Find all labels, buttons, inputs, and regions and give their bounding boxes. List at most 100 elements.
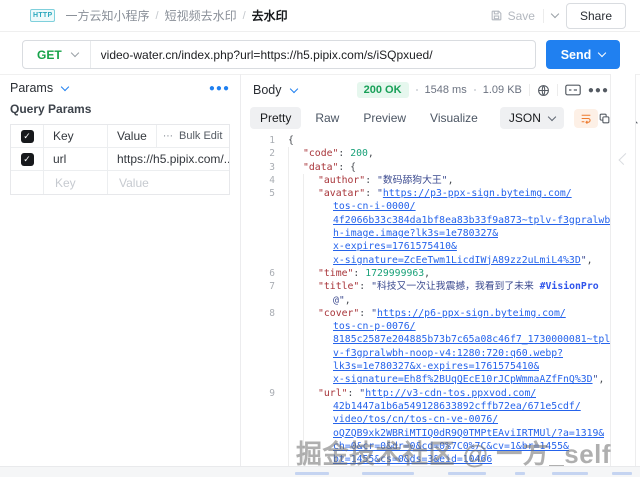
method-select[interactable]: GET bbox=[23, 48, 90, 62]
line-number: 3 bbox=[269, 161, 275, 173]
select-all-checkbox[interactable]: ✓ bbox=[20, 129, 34, 143]
bulk-edit-dots-icon: ⋯ bbox=[163, 130, 174, 142]
code-line: 2 "code": 200, bbox=[241, 147, 610, 160]
column-header-key: Key bbox=[44, 125, 108, 147]
query-params-table: ✓ Key Value ⋯ Bulk Edit ✓ url https://h5… bbox=[10, 124, 230, 195]
code-line: x-signature=Eh8f%2BUqQEcE10rJCpWmmaAZfFn… bbox=[241, 373, 610, 386]
new-param-key-input[interactable] bbox=[53, 174, 107, 191]
response-body-label: Body bbox=[253, 83, 282, 97]
save-label: Save bbox=[507, 8, 535, 23]
code-line: 4f2066b33c384da1bf8ea83b33f9a873~tplv-f3… bbox=[241, 214, 610, 227]
cutoff-text-fragment bbox=[612, 472, 632, 475]
code-line: 4 "author": "数码舔狗大王", bbox=[241, 174, 610, 187]
code-line: tos-cn-i-0000/ bbox=[241, 200, 610, 213]
json-response-viewer[interactable]: 1{2 "code": 200, 3 "data": {4 "author": "数码舔… bbox=[241, 134, 610, 466]
code-line: x-expires=1761575410& bbox=[241, 240, 610, 253]
send-options-chevron-icon bbox=[598, 48, 607, 58]
method-chevron-icon bbox=[70, 48, 79, 58]
save-options-chevron-icon[interactable] bbox=[550, 9, 560, 19]
code-line: video/tos/cn/tos-cn-ve-0076/ bbox=[241, 413, 610, 426]
divider bbox=[542, 8, 544, 23]
line-number bbox=[241, 333, 284, 346]
cutoff-text-fragment bbox=[552, 472, 588, 475]
save-icon bbox=[490, 9, 503, 22]
bulk-edit-button[interactable]: ⋯ Bulk Edit bbox=[156, 125, 229, 147]
watermark-text: 掘金技术社区 @ 一方_self bbox=[296, 439, 612, 469]
http-request-icon: HTTP bbox=[30, 9, 56, 22]
breadcrumb-current: 去水印 bbox=[251, 9, 288, 23]
line-number bbox=[241, 360, 284, 373]
line-number bbox=[241, 254, 284, 267]
copy-icon[interactable] bbox=[598, 112, 611, 125]
code-line: 8185c2587e204885b73b7c65a08c46f7_1730000… bbox=[241, 333, 610, 346]
tab-visualize[interactable]: Visualize bbox=[420, 107, 488, 129]
code-line: h-image.image?lk3s=1e780327& bbox=[241, 227, 610, 240]
code-line: 9 "url": "http://v3-cdn-tos.ppxvod.com/ bbox=[241, 387, 610, 400]
format-select[interactable]: JSON bbox=[499, 107, 564, 129]
line-number bbox=[241, 427, 284, 440]
header-checkbox-cell: ✓ bbox=[11, 125, 44, 147]
tab-preview[interactable]: Preview bbox=[353, 107, 416, 129]
param-key-cell[interactable]: url bbox=[44, 148, 108, 170]
code-line: 3 "data": { bbox=[241, 161, 610, 174]
column-header-value: Value bbox=[117, 129, 147, 143]
share-button[interactable]: Share bbox=[565, 2, 626, 29]
breadcrumb-separator: / bbox=[155, 9, 159, 22]
cutoff-text-fragment bbox=[515, 472, 525, 475]
line-number: 8 bbox=[269, 307, 275, 319]
tab-pretty[interactable]: Pretty bbox=[250, 107, 302, 129]
collapsed-side-panel[interactable] bbox=[610, 74, 636, 466]
new-param-value-input[interactable] bbox=[117, 174, 229, 191]
app-window: HTTP 一方云知小程序 / 短视频去水印 / 去水印 Save Share G… bbox=[0, 0, 640, 477]
line-number bbox=[241, 347, 284, 360]
code-line: v-f3gpralwbh-noop-v4:1280:720:q60.webp? bbox=[241, 347, 610, 360]
response-meta: 200 OK 1548 ms 1.09 KB ●●● bbox=[356, 82, 609, 98]
line-number bbox=[241, 240, 284, 253]
divider bbox=[528, 84, 530, 96]
params-more-icon[interactable]: ●●● bbox=[209, 83, 230, 94]
url-input[interactable] bbox=[90, 47, 535, 62]
line-number bbox=[241, 227, 284, 240]
line-number: 4 bbox=[269, 174, 275, 186]
param-enabled-checkbox[interactable]: ✓ bbox=[20, 152, 34, 166]
code-line: tos-cn-p-0076/ bbox=[241, 320, 610, 333]
code-line: 42b1447a1b6a549128633892cffb72ea/671e5cd… bbox=[241, 400, 610, 413]
topbar: HTTP 一方云知小程序 / 短视频去水印 / 去水印 Save Share bbox=[0, 0, 640, 32]
extract-response-icon[interactable] bbox=[565, 84, 581, 96]
body-collapse-chevron-icon[interactable] bbox=[289, 84, 298, 93]
response-more-icon[interactable]: ●●● bbox=[588, 85, 609, 96]
line-number: 2 bbox=[269, 148, 275, 160]
globe-icon[interactable] bbox=[537, 84, 550, 97]
method-label: GET bbox=[37, 47, 62, 62]
divider bbox=[556, 84, 558, 96]
tab-raw[interactable]: Raw bbox=[305, 107, 349, 129]
line-number bbox=[241, 440, 284, 453]
code-line: 6 "time": 1729999963, bbox=[241, 267, 610, 280]
query-params-title: Query Params bbox=[10, 102, 92, 116]
cutoff-text-fragment bbox=[295, 472, 329, 475]
send-label: Send bbox=[560, 47, 592, 62]
response-toolbar: Pretty Raw Preview Visualize JSON bbox=[250, 106, 638, 130]
param-value-cell[interactable]: https://h5.pipix.com/... bbox=[108, 148, 229, 170]
line-number bbox=[241, 320, 284, 333]
line-number: 9 bbox=[269, 387, 275, 399]
params-collapse-chevron-icon[interactable] bbox=[60, 82, 70, 91]
breadcrumb-project[interactable]: 一方云知小程序 bbox=[65, 7, 149, 24]
bulk-edit-label: Bulk Edit bbox=[179, 130, 223, 142]
line-number bbox=[241, 200, 284, 213]
row-checkbox-cell: ✓ bbox=[11, 148, 44, 170]
save-button[interactable]: Save bbox=[490, 9, 535, 23]
word-wrap-toggle-icon[interactable] bbox=[573, 108, 598, 128]
expand-panel-chevron-icon[interactable] bbox=[618, 152, 631, 166]
breadcrumb-folder[interactable]: 短视频去水印 bbox=[165, 7, 237, 24]
param-value-input-cell bbox=[108, 171, 229, 194]
status-badge: 200 OK bbox=[356, 82, 409, 98]
breadcrumb: 一方云知小程序 / 短视频去水印 / 去水印 bbox=[65, 7, 287, 24]
line-number: 1 bbox=[269, 135, 275, 146]
line-number bbox=[241, 373, 284, 386]
send-button[interactable]: Send bbox=[546, 40, 620, 69]
params-title: Params bbox=[10, 81, 54, 95]
line-number bbox=[241, 413, 284, 426]
row-checkbox-cell bbox=[11, 171, 44, 194]
param-row: ✓ url https://h5.pipix.com/... bbox=[11, 148, 229, 171]
